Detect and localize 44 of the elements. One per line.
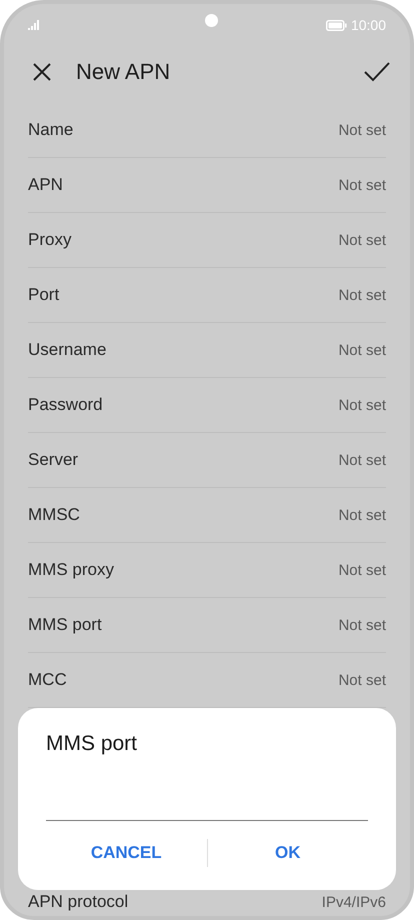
setting-value: IPv4/IPv6: [322, 894, 386, 910]
setting-label: Proxy: [28, 230, 72, 250]
dialog-title: MMS port: [46, 732, 138, 756]
setting-value: Not set: [338, 506, 386, 524]
setting-label: Name: [28, 120, 74, 140]
setting-value: Not set: [338, 616, 386, 634]
setting-label: Server: [28, 450, 78, 470]
check-icon[interactable]: [364, 62, 390, 82]
setting-label: Port: [28, 285, 60, 305]
signal-icon: [28, 20, 40, 30]
settings-row[interactable]: Name Not set: [28, 103, 386, 158]
setting-label: Username: [28, 340, 106, 360]
setting-value: Not set: [338, 286, 386, 304]
setting-value: Not set: [338, 122, 386, 138]
battery-icon: [326, 20, 347, 30]
dialog-button[interactable]: OK: [208, 835, 368, 871]
setting-value: Not set: [338, 342, 386, 358]
setting-value: Not set: [338, 176, 386, 194]
settings-row[interactable]: Port Not set: [28, 268, 386, 323]
setting-label: MMSC: [28, 505, 80, 525]
setting-label: MMS port: [28, 615, 102, 635]
camera-dot: [205, 14, 218, 27]
dialog-button[interactable]: CANCEL: [46, 835, 206, 871]
setting-value: Not set: [338, 562, 386, 578]
settings-row[interactable]: APN protocol IPv4/IPv6: [28, 890, 386, 914]
settings-row[interactable]: MMSC Not set: [28, 488, 386, 543]
settings-row[interactable]: Proxy Not set: [28, 213, 386, 268]
setting-value: Not set: [338, 452, 386, 468]
setting-label: MMS proxy: [28, 560, 114, 580]
page-title: New APN: [76, 59, 170, 85]
settings-row[interactable]: MMS proxy Not set: [28, 543, 386, 598]
settings-row[interactable]: Server Not set: [28, 433, 386, 488]
settings-row[interactable]: Username Not set: [28, 323, 386, 378]
setting-value: Not set: [338, 396, 386, 414]
setting-label: Password: [28, 395, 103, 415]
setting-label: MCC: [28, 670, 67, 690]
settings-row[interactable]: APN Not set: [28, 158, 386, 213]
settings-row[interactable]: MMS port Not set: [28, 598, 386, 653]
setting-value: Not set: [338, 672, 386, 688]
settings-row[interactable]: Password Not set: [28, 378, 386, 433]
close-icon[interactable]: [32, 62, 52, 82]
setting-label: APN protocol: [28, 892, 128, 912]
setting-label: APN: [28, 175, 63, 195]
setting-value: Not set: [338, 232, 386, 248]
